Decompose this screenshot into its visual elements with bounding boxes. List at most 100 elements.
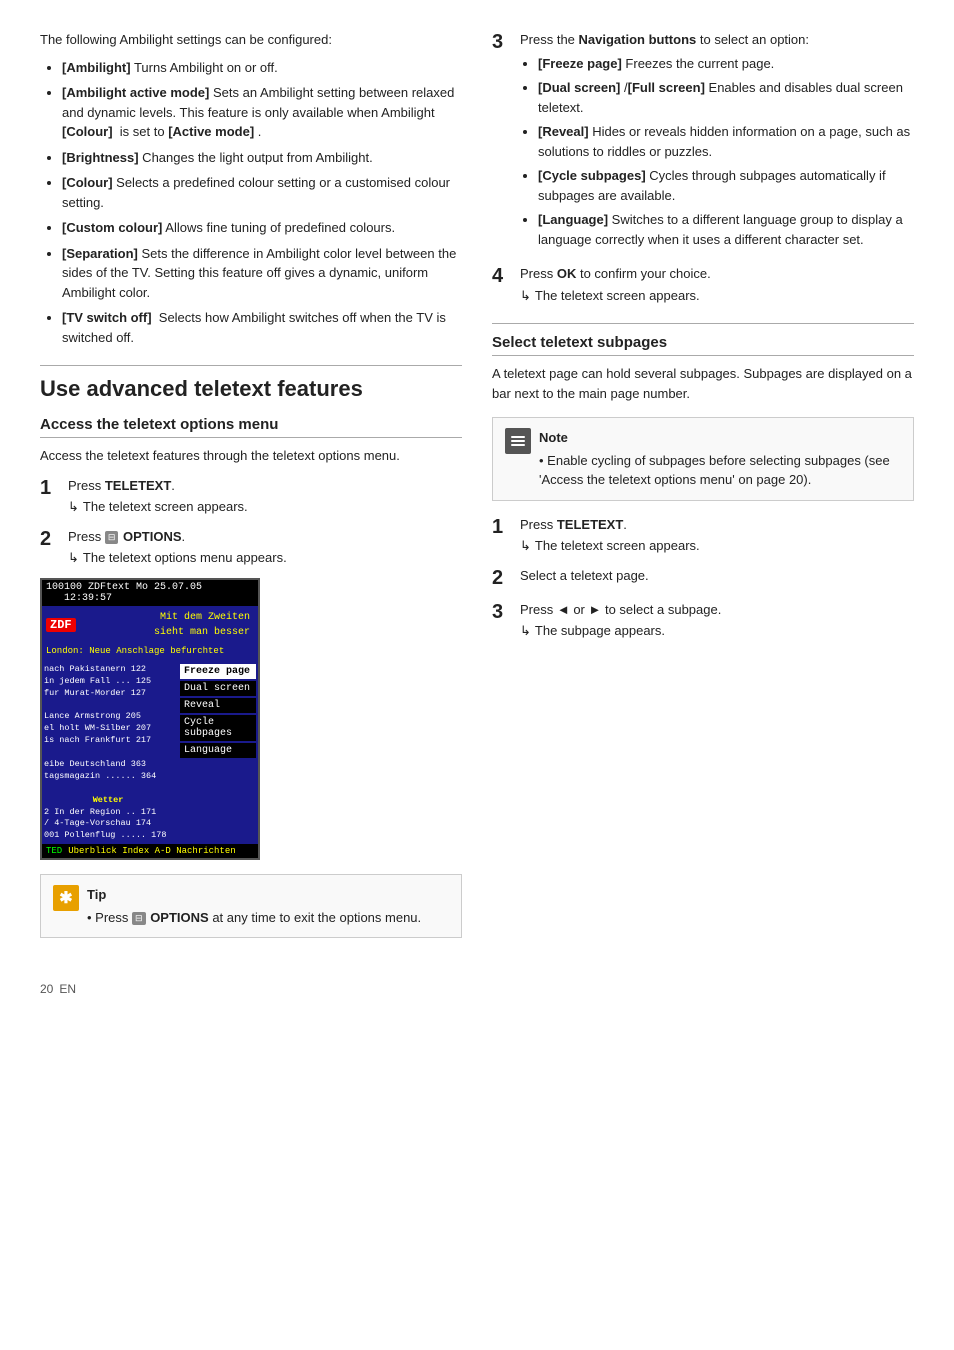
step-4: 4 Press OK to confirm your choice. ↳ The… bbox=[492, 264, 914, 305]
tt-menu-col: Freeze page Dual screen Reveal Cycle sub… bbox=[178, 662, 258, 844]
item-label: [Freeze page] bbox=[538, 56, 622, 71]
arrow-icon: ↳ bbox=[520, 286, 531, 306]
step-text: Press ⊟ OPTIONS. bbox=[68, 529, 185, 544]
note-line bbox=[511, 444, 525, 446]
item-label: [Full screen] bbox=[628, 80, 705, 95]
note-label: Note bbox=[539, 428, 901, 448]
teletext-screen: 100 100 ZDFtext Mo 25.07.05 12:39:57 ZDF… bbox=[40, 578, 260, 860]
step-number: 1 bbox=[40, 476, 62, 500]
page-lang: EN bbox=[59, 982, 76, 996]
ambilight-settings-list: [Ambilight] Turns Ambilight on or off. [… bbox=[40, 58, 462, 348]
list-item: [Custom colour] Allows fine tuning of pr… bbox=[62, 218, 462, 238]
step-result: ↳ The teletext options menu appears. bbox=[68, 548, 462, 568]
step-content: Press ⊟ OPTIONS. ↳ The teletext options … bbox=[68, 527, 462, 568]
item-label: [Cycle subpages] bbox=[538, 168, 646, 183]
tt-news-line: 2 In der Region .. 171 bbox=[44, 807, 172, 819]
step-result: ↳ The teletext screen appears. bbox=[520, 286, 914, 306]
item-label: [Separation] bbox=[62, 246, 138, 261]
step-number: 3 bbox=[492, 30, 514, 54]
arrow-icon: ↳ bbox=[68, 497, 79, 517]
step-number: 2 bbox=[492, 566, 514, 590]
step-number: 2 bbox=[40, 527, 62, 551]
note-icon bbox=[505, 428, 531, 454]
sub-list-item: [Freeze page] Freezes the current page. bbox=[538, 54, 914, 74]
item-label: [TV switch off] bbox=[62, 310, 152, 325]
tt-logo: ZDF bbox=[46, 618, 76, 632]
result-text: The subpage appears. bbox=[535, 621, 665, 641]
tip-keyword: OPTIONS bbox=[150, 910, 209, 925]
access-menu-title: Access the teletext options menu bbox=[40, 416, 462, 438]
result-text: The teletext screen appears. bbox=[83, 497, 248, 517]
tt-footer-ted: TED bbox=[46, 846, 62, 856]
tt-news-line: eibe Deutschland 363 bbox=[44, 759, 172, 771]
step-sub-list: [Freeze page] Freezes the current page. … bbox=[520, 54, 914, 250]
tt-page-num: 100 bbox=[46, 582, 64, 604]
step-keyword: TELETEXT bbox=[557, 517, 623, 532]
tt-menu-freeze[interactable]: Freeze page bbox=[180, 664, 256, 679]
select-subpages-intro: A teletext page can hold several subpage… bbox=[492, 364, 914, 403]
tt-news-line: Lance Armstrong 205 bbox=[44, 711, 172, 723]
tip-text: • Press ⊟ OPTIONS at any time to exit th… bbox=[87, 908, 421, 928]
step-text: Press TELETEXT. bbox=[68, 478, 175, 493]
item-label: [Ambilight] bbox=[62, 60, 131, 75]
tt-news-line: nach Pakistanern 122 bbox=[44, 664, 172, 676]
step-text: Press TELETEXT. bbox=[520, 517, 627, 532]
note-box: Note • Enable cycling of subpages before… bbox=[492, 417, 914, 501]
item-label: [Active mode] bbox=[168, 124, 254, 139]
tt-info: 100 ZDFtext Mo 25.07.05 12:39:57 bbox=[64, 582, 254, 604]
step-content: Press TELETEXT. ↳ The teletext screen ap… bbox=[68, 476, 462, 517]
step-content: Press ◄ or ► to select a subpage. ↳ The … bbox=[520, 600, 914, 641]
tt-menu-dual[interactable]: Dual screen bbox=[180, 681, 256, 696]
list-item: [Ambilight active mode] Sets an Ambiligh… bbox=[62, 83, 462, 142]
tt-footer-nav: Uberblick Index A-D Nachrichten bbox=[68, 846, 235, 856]
item-label: [Custom colour] bbox=[62, 220, 162, 235]
step-keyword: OPTIONS bbox=[119, 529, 181, 544]
step-content: Press TELETEXT. ↳ The teletext screen ap… bbox=[520, 515, 914, 556]
tt-menu-language[interactable]: Language bbox=[180, 743, 256, 758]
step-number: 1 bbox=[492, 515, 514, 539]
intro-text: The following Ambilight settings can be … bbox=[40, 30, 462, 50]
tt-menu-reveal[interactable]: Reveal bbox=[180, 698, 256, 713]
section-title: Use advanced teletext features bbox=[40, 376, 462, 402]
tt-headline: Mit dem Zweiten bbox=[82, 610, 254, 625]
section-divider-right bbox=[492, 323, 914, 324]
left-column: The following Ambilight settings can be … bbox=[40, 30, 462, 952]
sub-list-item: [Cycle subpages] Cycles through subpages… bbox=[538, 166, 914, 205]
tt-news-line: tagsmagazin ...... 364 bbox=[44, 771, 172, 783]
item-label: [Language] bbox=[538, 212, 608, 227]
step-result: ↳ The subpage appears. bbox=[520, 621, 914, 641]
step-keyword: Navigation buttons bbox=[579, 32, 697, 47]
tt-menu-container: nach Pakistanern 122 in jedem Fall ... 1… bbox=[42, 662, 258, 844]
arrow-icon: ↳ bbox=[68, 548, 79, 568]
item-label: [Colour] bbox=[62, 175, 113, 190]
sub-list-item: [Dual screen] /[Full screen] Enables and… bbox=[538, 78, 914, 117]
step-number: 3 bbox=[492, 600, 514, 624]
tt-news-line: in jedem Fall ... 125 bbox=[44, 676, 172, 688]
step-keyword: TELETEXT bbox=[105, 478, 171, 493]
item-label: [Reveal] bbox=[538, 124, 589, 139]
note-line bbox=[511, 436, 525, 438]
tt-menu-cycle[interactable]: Cycle subpages bbox=[180, 715, 256, 741]
sub-list-item: [Reveal] Hides or reveals hidden informa… bbox=[538, 122, 914, 161]
note-line bbox=[511, 440, 525, 442]
result-text: The teletext options menu appears. bbox=[83, 548, 287, 568]
arrow-icon: ↳ bbox=[520, 621, 531, 641]
page-footer: 20 EN bbox=[40, 982, 914, 996]
list-item: [Ambilight] Turns Ambilight on or off. bbox=[62, 58, 462, 78]
step-content: Press the Navigation buttons to select a… bbox=[520, 30, 914, 254]
page-number: 20 bbox=[40, 982, 53, 996]
list-item: [Brightness] Changes the light output fr… bbox=[62, 148, 462, 168]
item-label: [Colour] bbox=[62, 124, 113, 139]
sub-list-item: [Language] Switches to a different langu… bbox=[538, 210, 914, 249]
item-label: [Brightness] bbox=[62, 150, 139, 165]
step-3: 3 Press the Navigation buttons to select… bbox=[492, 30, 914, 254]
options-icon: ⊟ bbox=[132, 912, 146, 926]
tt-news-line: el holt WM-Silber 207 bbox=[44, 723, 172, 735]
step-text: Press OK to confirm your choice. bbox=[520, 266, 711, 281]
tt-news-line: / 4-Tage-Vorschau 174 bbox=[44, 818, 172, 830]
step-result: ↳ The teletext screen appears. bbox=[68, 497, 462, 517]
subpage-step-1: 1 Press TELETEXT. ↳ The teletext screen … bbox=[492, 515, 914, 556]
tip-label: Tip bbox=[87, 885, 421, 905]
tt-header: 100 100 ZDFtext Mo 25.07.05 12:39:57 bbox=[42, 580, 258, 606]
result-text: The teletext screen appears. bbox=[535, 286, 700, 306]
